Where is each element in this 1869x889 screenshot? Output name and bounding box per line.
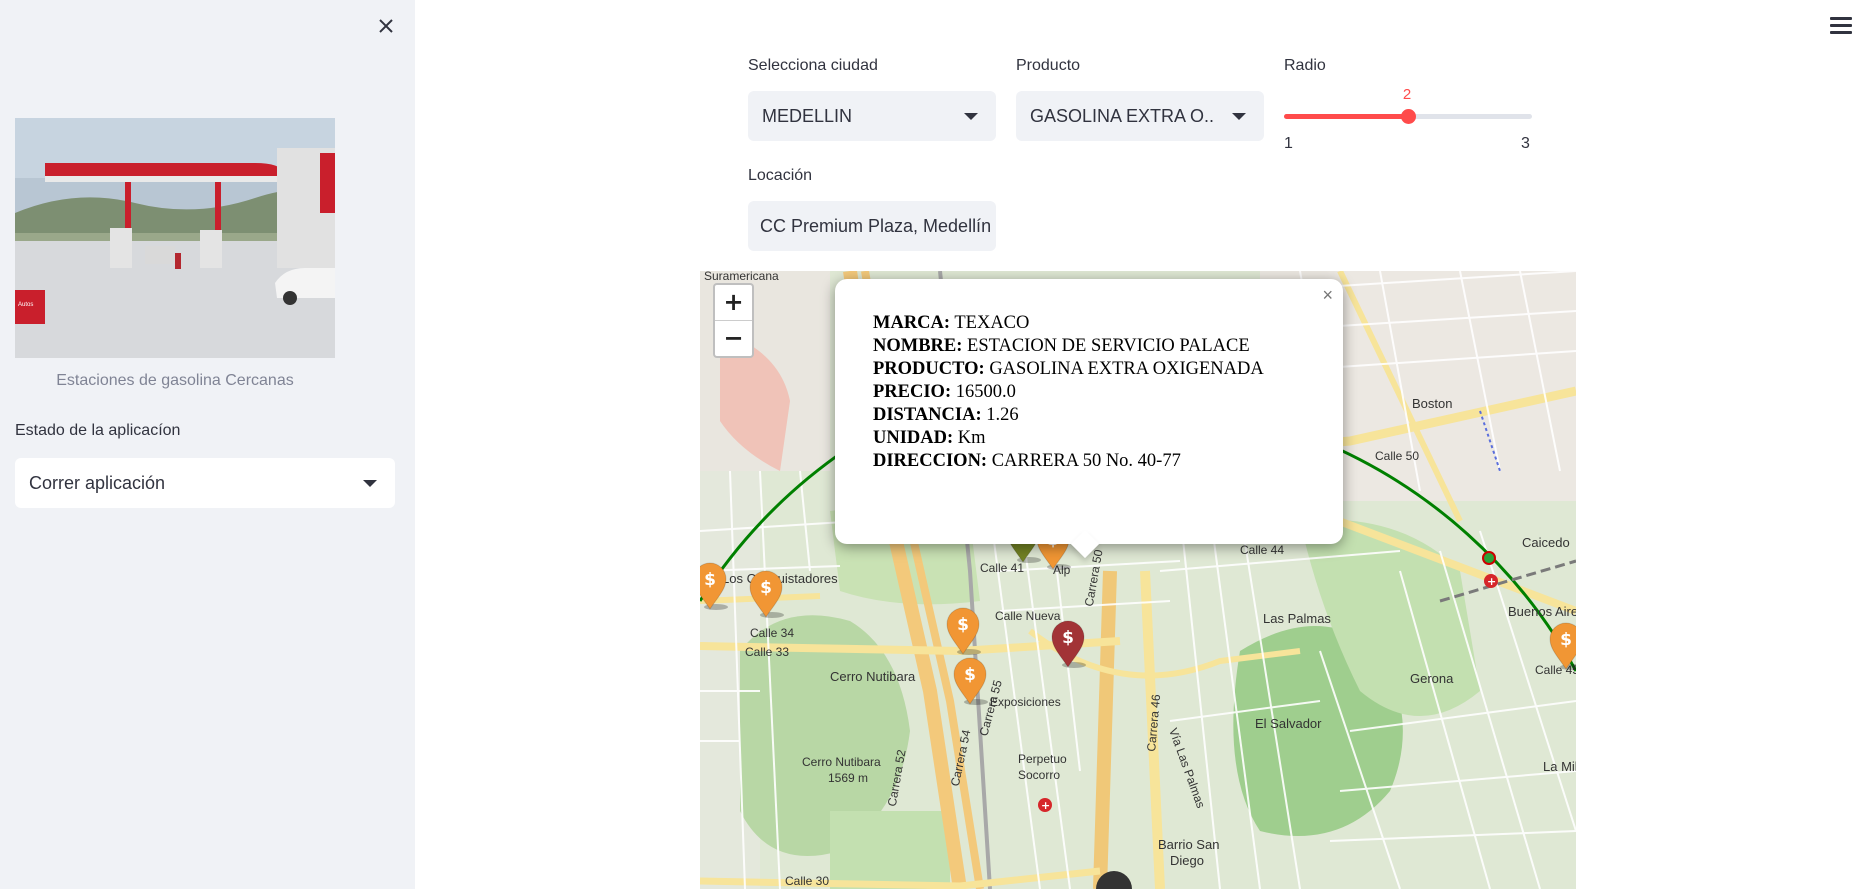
app-state-select[interactable]: Correr aplicación	[15, 458, 395, 508]
popup-row-nombre: NOMBRE: ESTACION DE SERVICIO PALACE	[873, 336, 1250, 356]
radius-slider-thumb[interactable]	[1401, 109, 1416, 124]
product-value: GASOLINA EXTRA O...	[1030, 105, 1214, 126]
map-label: Buenos Aires	[1508, 604, 1576, 619]
svg-text:+: +	[1041, 799, 1050, 812]
map-label: Perpetuo	[1018, 752, 1067, 766]
map-label: Calle 50	[1375, 449, 1420, 463]
station-popup: × MARCA: TEXACO NOMBRE: ESTACION DE SERV…	[835, 279, 1343, 559]
radius-value: 2	[1402, 86, 1412, 103]
location-label: Locación	[748, 167, 813, 184]
svg-text:$: $	[760, 578, 772, 598]
sidebar: Autos Estaciones de gasolina Cercanas Es…	[0, 0, 415, 889]
product-select[interactable]: GASOLINA EXTRA O...	[1016, 91, 1264, 141]
popup-row-unidad: UNIDAD: Km	[873, 428, 986, 448]
popup-row-direccion: DIRECCION: CARRERA 50 No. 40-77	[873, 451, 1181, 471]
svg-text:+: +	[1487, 575, 1496, 588]
map-label: Calle 33	[745, 645, 790, 659]
city-label: Selecciona ciudad	[748, 57, 878, 74]
popup-row-marca: MARCA: TEXACO	[873, 313, 1030, 333]
map-label: Calle 30	[785, 874, 830, 888]
svg-text:$: $	[964, 665, 976, 685]
hamburger-menu-icon[interactable]	[1830, 17, 1852, 35]
map-label: Calle 34	[750, 626, 795, 640]
gas-station-marker-icon[interactable]: $	[952, 656, 988, 706]
city-select[interactable]: MEDELLIN	[748, 91, 996, 141]
radius-slider-fill	[1284, 114, 1408, 119]
map-label: Caicedo	[1522, 535, 1570, 550]
popup-row-precio: PRECIO: 16500.0	[873, 382, 1016, 402]
svg-text:$: $	[704, 570, 716, 590]
map-label: El Salvador	[1255, 716, 1322, 731]
map-label: Boston	[1412, 396, 1453, 411]
map-label: La Mil	[1543, 759, 1576, 774]
gas-station-marker-icon[interactable]: $	[748, 569, 784, 619]
popup-row-producto: PRODUCTO: GASOLINA EXTRA OXIGENADA	[873, 359, 1264, 379]
close-icon[interactable]	[372, 12, 400, 40]
map-label: Gerona	[1410, 671, 1454, 686]
chevron-down-icon	[1232, 113, 1246, 120]
zoom-out-button[interactable]: −	[715, 320, 752, 356]
product-label: Producto	[1016, 57, 1081, 74]
map[interactable]: + + Suramericana Los Conquistadores Call…	[700, 271, 1576, 889]
map-label: Barrio San	[1158, 837, 1220, 852]
app-state-value: Correr aplicación	[29, 472, 166, 493]
chevron-down-icon	[964, 113, 978, 120]
svg-text:$: $	[1560, 630, 1572, 650]
map-label: Diego	[1170, 853, 1204, 868]
radius-min: 1	[1284, 135, 1293, 152]
gas-station-marker-icon[interactable]: $	[700, 561, 728, 611]
map-label: Cerro Nutibara	[830, 669, 916, 684]
radius-label: Radio	[1284, 57, 1326, 74]
map-label: 1569 m	[828, 771, 869, 785]
zoom-in-button[interactable]: +	[715, 285, 752, 320]
gas-station-image: Autos	[15, 118, 335, 358]
zoom-control: + −	[713, 283, 754, 358]
svg-text:$: $	[1062, 628, 1074, 648]
sign-text: Autos	[18, 302, 33, 308]
chevron-down-icon	[363, 480, 377, 487]
radius-slider[interactable]	[1284, 109, 1532, 124]
city-value: MEDELLIN	[762, 105, 853, 126]
popup-close-button[interactable]: ×	[1322, 284, 1333, 307]
radius-max: 3	[1521, 135, 1530, 152]
map-label: Calle 44	[1240, 543, 1285, 557]
location-input[interactable]: CC Premium Plaza, Medellín	[748, 201, 996, 251]
gas-station-marker-icon[interactable]: $	[1050, 619, 1086, 669]
gas-station-marker-icon[interactable]: $	[1548, 621, 1576, 671]
map-label: Cerro Nutibara	[802, 755, 881, 769]
map-label: Las Palmas	[1263, 611, 1331, 626]
popup-row-distancia: DISTANCIA: 1.26	[873, 405, 1019, 425]
gas-station-marker-icon[interactable]: $	[945, 606, 981, 656]
image-caption: Estaciones de gasolina Cercanas	[56, 372, 294, 389]
map-label: Suramericana	[704, 271, 779, 283]
app-state-label: Estado de la aplicacíon	[15, 422, 181, 439]
map-label: Socorro	[1018, 768, 1061, 782]
svg-text:$: $	[957, 615, 969, 635]
